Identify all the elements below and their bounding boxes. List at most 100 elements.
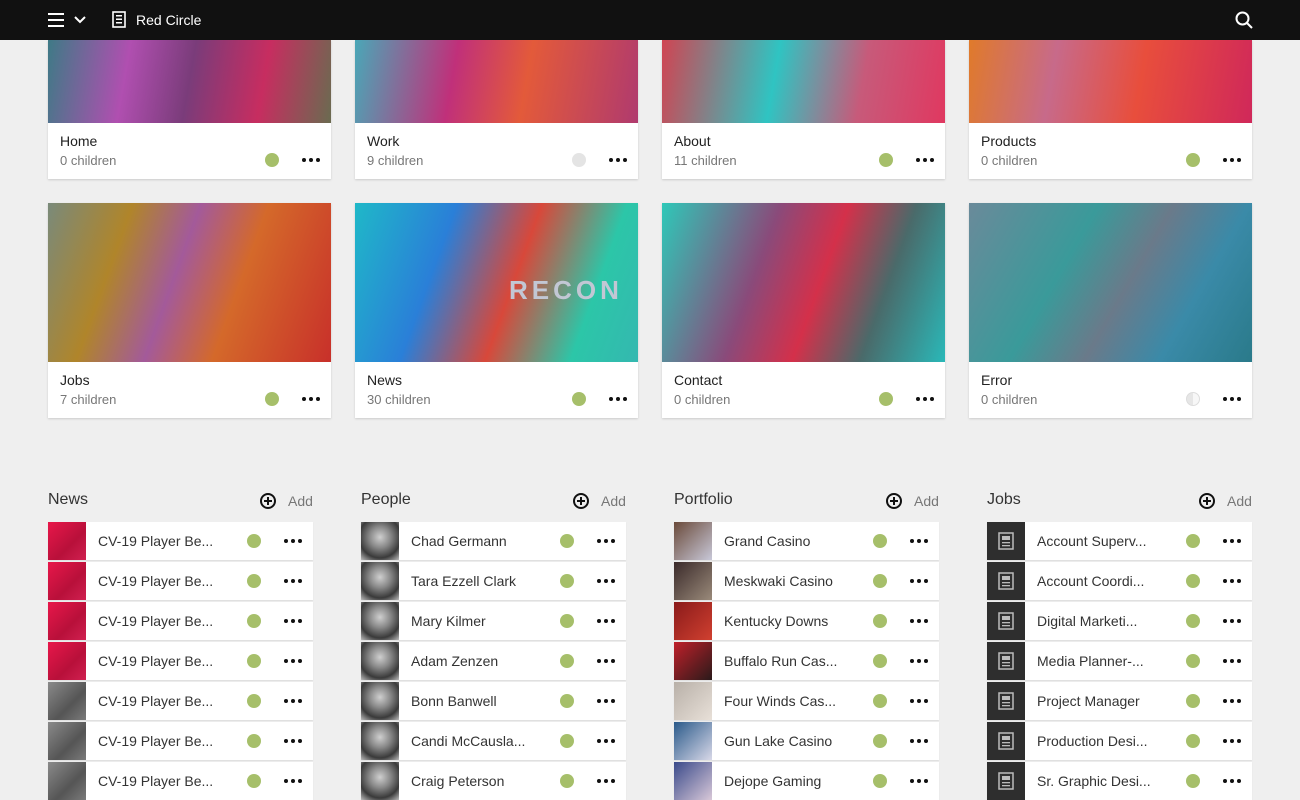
- list-item[interactable]: Adam Zenzen: [361, 642, 626, 680]
- list-item[interactable]: Chad Germann: [361, 522, 626, 560]
- more-options-button[interactable]: [914, 392, 936, 406]
- person-avatar: [361, 522, 399, 560]
- list-item[interactable]: Tara Ezzell Clark: [361, 562, 626, 600]
- page-card-error[interactable]: Error 0 children: [969, 203, 1252, 418]
- card-children-count: 0 children: [674, 392, 731, 407]
- add-jobs-button[interactable]: Add: [1199, 493, 1252, 509]
- add-news-button[interactable]: Add: [260, 493, 313, 509]
- more-options-button[interactable]: [282, 774, 304, 788]
- document-icon: [998, 652, 1014, 670]
- add-portfolio-button[interactable]: Add: [886, 493, 939, 509]
- more-options-button[interactable]: [908, 574, 930, 588]
- list-item-label: CV-19 Player Be...: [98, 693, 214, 709]
- more-options-button[interactable]: [908, 734, 930, 748]
- more-options-button[interactable]: [300, 392, 322, 406]
- page-card-jobs[interactable]: Jobs 7 children: [48, 203, 331, 418]
- card-title: Jobs: [60, 372, 90, 388]
- list-item[interactable]: Account Superv...: [987, 522, 1252, 560]
- list-item-label: Chad Germann: [411, 533, 507, 549]
- list-item[interactable]: Buffalo Run Cas...: [674, 642, 939, 680]
- person-avatar: [361, 682, 399, 720]
- list-item[interactable]: Meskwaki Casino: [674, 562, 939, 600]
- more-options-button[interactable]: [595, 654, 617, 668]
- more-options-button[interactable]: [1221, 614, 1243, 628]
- list-item-label: Kentucky Downs: [724, 613, 829, 629]
- add-label: Add: [914, 493, 939, 509]
- page-card-news[interactable]: RECON News 30 children: [355, 203, 638, 418]
- card-children-count: 11 children: [674, 153, 737, 168]
- list-item[interactable]: Grand Casino: [674, 522, 939, 560]
- more-options-button[interactable]: [908, 774, 930, 788]
- more-options-button[interactable]: [595, 534, 617, 548]
- more-options-button[interactable]: [1221, 153, 1243, 167]
- list-item[interactable]: Dejope Gaming: [674, 762, 939, 800]
- more-options-button[interactable]: [1221, 734, 1243, 748]
- list-item[interactable]: CV-19 Player Be...: [48, 682, 313, 720]
- more-options-button[interactable]: [908, 654, 930, 668]
- more-options-button[interactable]: [1221, 694, 1243, 708]
- more-options-button[interactable]: [282, 534, 304, 548]
- job-icon-tile: [987, 722, 1025, 760]
- list-item[interactable]: CV-19 Player Be...: [48, 602, 313, 640]
- more-options-button[interactable]: [1221, 574, 1243, 588]
- more-options-button[interactable]: [1221, 392, 1243, 406]
- more-options-button[interactable]: [1221, 654, 1243, 668]
- job-icon-tile: [987, 522, 1025, 560]
- list-item[interactable]: CV-19 Player Be...: [48, 642, 313, 680]
- more-options-button[interactable]: [282, 574, 304, 588]
- list-item[interactable]: Digital Marketi...: [987, 602, 1252, 640]
- more-options-button[interactable]: [282, 734, 304, 748]
- list-item[interactable]: Production Desi...: [987, 722, 1252, 760]
- list-item-label: CV-19 Player Be...: [98, 733, 214, 749]
- more-options-button[interactable]: [914, 153, 936, 167]
- page-card-home[interactable]: Home 0 children: [48, 40, 331, 179]
- more-options-button[interactable]: [282, 694, 304, 708]
- list-item[interactable]: CV-19 Player Be...: [48, 762, 313, 800]
- status-dot: [247, 574, 261, 588]
- list-item[interactable]: Project Manager: [987, 682, 1252, 720]
- more-options-button[interactable]: [1221, 534, 1243, 548]
- page-card-contact[interactable]: Contact 0 children: [662, 203, 945, 418]
- more-options-button[interactable]: [595, 734, 617, 748]
- list-item[interactable]: Candi McCausla...: [361, 722, 626, 760]
- more-options-button[interactable]: [595, 694, 617, 708]
- search-button[interactable]: [1234, 10, 1254, 30]
- more-options-button[interactable]: [595, 774, 617, 788]
- list-item[interactable]: Account Coordi...: [987, 562, 1252, 600]
- page-card-products[interactable]: Products 0 children: [969, 40, 1252, 179]
- more-options-button[interactable]: [908, 614, 930, 628]
- more-options-button[interactable]: [908, 534, 930, 548]
- add-people-button[interactable]: Add: [573, 493, 626, 509]
- list-item[interactable]: CV-19 Player Be...: [48, 722, 313, 760]
- more-options-button[interactable]: [282, 654, 304, 668]
- list-item[interactable]: Bonn Banwell: [361, 682, 626, 720]
- page-card-work[interactable]: Work 9 children: [355, 40, 638, 179]
- list-item[interactable]: Four Winds Cas...: [674, 682, 939, 720]
- status-dot: [560, 574, 574, 588]
- page-card-about[interactable]: About 11 children: [662, 40, 945, 179]
- status-dot: [873, 774, 887, 788]
- more-options-button[interactable]: [282, 614, 304, 628]
- more-options-button[interactable]: [607, 392, 629, 406]
- card-title: Home: [60, 133, 98, 149]
- add-label: Add: [601, 493, 626, 509]
- menu-button[interactable]: [46, 10, 90, 30]
- list-item[interactable]: CV-19 Player Be...: [48, 562, 313, 600]
- list-item[interactable]: Sr. Graphic Desi...: [987, 762, 1252, 800]
- list-item[interactable]: CV-19 Player Be...: [48, 522, 313, 560]
- more-options-button[interactable]: [1221, 774, 1243, 788]
- more-options-button[interactable]: [595, 614, 617, 628]
- list-item[interactable]: Mary Kilmer: [361, 602, 626, 640]
- status-half-icon: [1186, 392, 1200, 406]
- list-item-label: Four Winds Cas...: [724, 693, 837, 709]
- more-options-button[interactable]: [300, 153, 322, 167]
- list-item[interactable]: Gun Lake Casino: [674, 722, 939, 760]
- list-item[interactable]: Media Planner-...: [987, 642, 1252, 680]
- list-item[interactable]: Craig Peterson: [361, 762, 626, 800]
- status-dot: [560, 534, 574, 548]
- more-options-button[interactable]: [607, 153, 629, 167]
- more-options-button[interactable]: [595, 574, 617, 588]
- list-item[interactable]: Kentucky Downs: [674, 602, 939, 640]
- status-dot: [560, 694, 574, 708]
- more-options-button[interactable]: [908, 694, 930, 708]
